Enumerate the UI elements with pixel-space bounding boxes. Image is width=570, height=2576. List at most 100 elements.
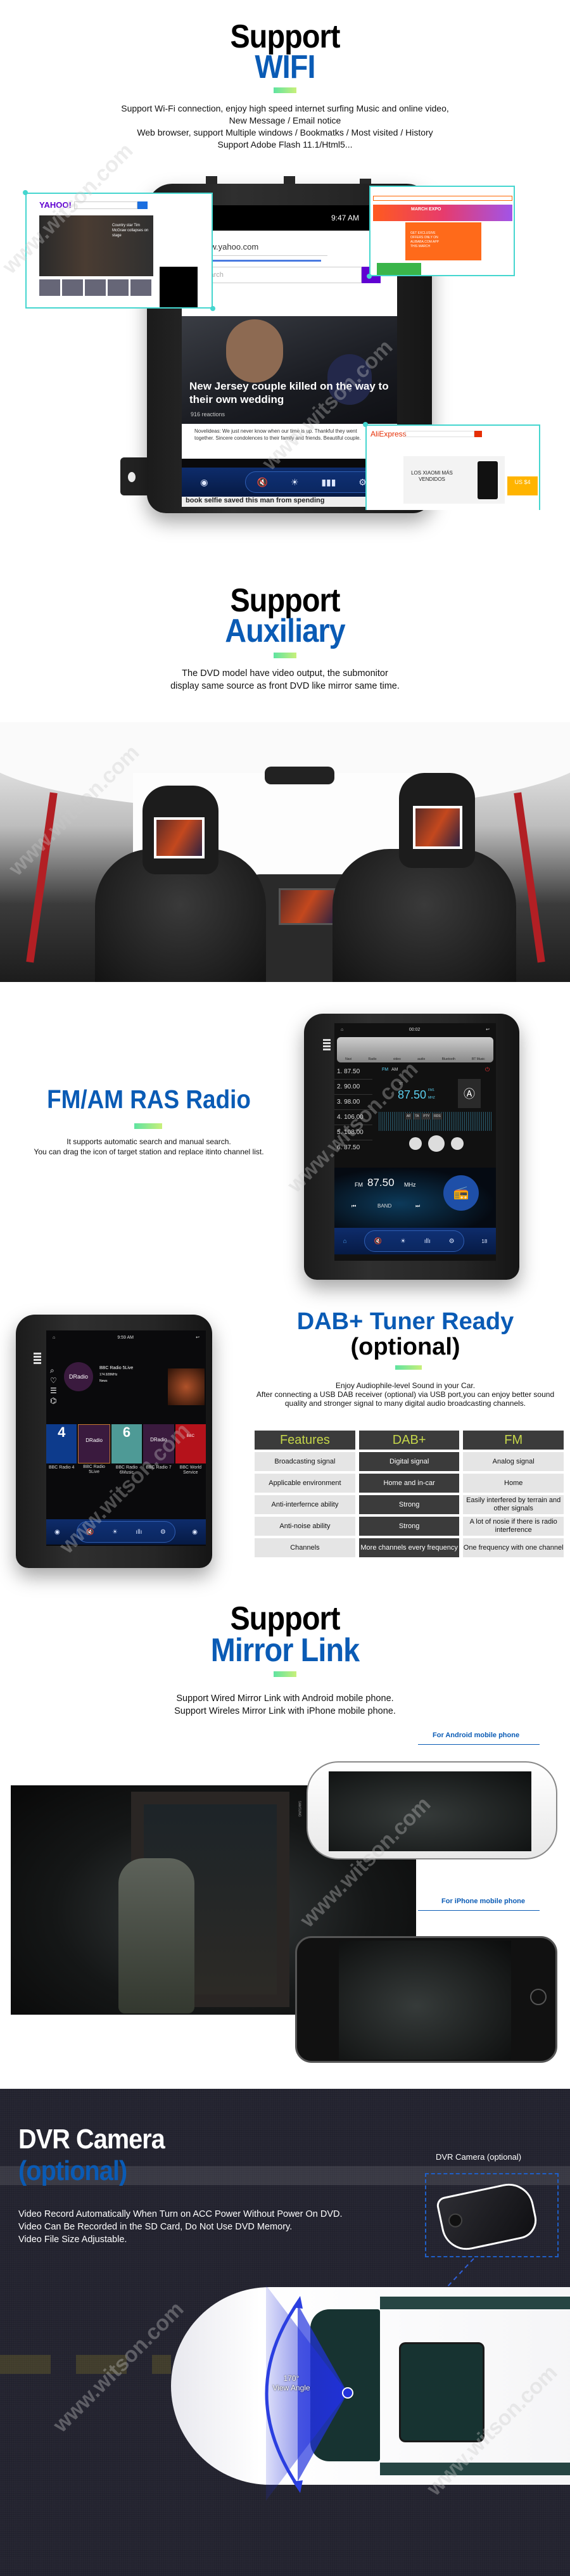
- app-audio[interactable]: audio: [417, 1057, 425, 1061]
- front-screen-video: [281, 890, 334, 923]
- preset-item[interactable]: 1. 87.50: [334, 1064, 372, 1080]
- left-headrest-monitor: [154, 817, 205, 858]
- back-icon[interactable]: ↩: [196, 1335, 200, 1340]
- desc-line: Support Adobe Flash 11.1/Html5...: [217, 139, 353, 150]
- volume-knob-icon[interactable]: ◉: [54, 1529, 60, 1536]
- next-button[interactable]: [451, 1137, 464, 1150]
- home-icon[interactable]: ⌂: [341, 1028, 343, 1032]
- quick-controls: 🔇 ☀ ıllı ⚙: [76, 1521, 176, 1543]
- equalizer-icon[interactable]: ıllı: [136, 1529, 142, 1536]
- rds-button[interactable]: RDS: [433, 1113, 442, 1119]
- signal-icon[interactable]: ⌬: [50, 1396, 57, 1406]
- preset-item[interactable]: 5. 108.00: [334, 1125, 372, 1140]
- search-input[interactable]: Search: [197, 267, 362, 283]
- brightness-icon[interactable]: ☀: [291, 477, 299, 488]
- station-genre: News: [99, 1379, 108, 1383]
- unit-label: MHZ: [428, 1096, 435, 1100]
- control-dock: ◉ 🔇 ☀ ▮▮▮ ⚙: [182, 468, 397, 497]
- settings-icon[interactable]: ⚙: [160, 1529, 166, 1536]
- overlay-anchor: [363, 422, 368, 427]
- pty-button[interactable]: PTY: [422, 1113, 431, 1119]
- table-cell: Home and in-car: [358, 1474, 460, 1493]
- yahoo-thumbnails: [39, 279, 153, 296]
- home-icon[interactable]: ⌂: [53, 1336, 55, 1340]
- settings-icon[interactable]: ⚙: [449, 1238, 455, 1245]
- mute-icon[interactable]: 🔇: [374, 1238, 381, 1245]
- favorite-icon[interactable]: ♡: [50, 1375, 57, 1386]
- table-cell: Easily interfered by terrain and other s…: [463, 1495, 564, 1514]
- app-bt-music[interactable]: BT Music: [472, 1057, 485, 1061]
- widget-prev-icon[interactable]: ⏮: [352, 1203, 356, 1209]
- search-icon[interactable]: ⌕: [50, 1365, 57, 1375]
- album-art: [168, 1368, 205, 1405]
- desc-line: quality and stronger signal to many digi…: [284, 1399, 526, 1408]
- band-am[interactable]: AM: [391, 1068, 398, 1072]
- brightness-icon[interactable]: ☀: [400, 1238, 406, 1245]
- back-icon[interactable]: ↩: [486, 1027, 490, 1032]
- status-bar: ⌂ 00:02 ↩: [334, 1023, 496, 1036]
- station-tile[interactable]: DRadio BBC Radio 7: [143, 1424, 174, 1470]
- widget-next-icon[interactable]: ⏭: [415, 1203, 420, 1209]
- brightness-icon[interactable]: ☀: [112, 1529, 118, 1536]
- radio-widget: FM 87.50 MHz ⏮ BAND ⏭ 📻: [334, 1168, 496, 1228]
- prev-button[interactable]: [409, 1137, 422, 1150]
- station-tile[interactable]: 6 BBC Radio 6Music: [111, 1424, 142, 1475]
- next-headline[interactable]: book selfie saved this man from spending: [182, 497, 397, 507]
- yahoo-hero-title: Country star Tim McGraw collapses on sta…: [112, 224, 149, 238]
- menu-icon[interactable]: [34, 1353, 41, 1364]
- camera-position-marker: [342, 2387, 353, 2399]
- alibaba-tile: [377, 263, 421, 275]
- station-tile[interactable]: 4 BBC Radio 4: [46, 1424, 77, 1470]
- door-pillar-red: [26, 792, 58, 963]
- af-button[interactable]: AF: [405, 1113, 412, 1119]
- quick-controls: 🔇 ☀ ıllı ⚙: [364, 1230, 465, 1252]
- equalizer-icon[interactable]: ▮▮▮: [321, 477, 336, 488]
- mute-icon[interactable]: 🔇: [257, 477, 268, 488]
- aliexpress-promo-text: LOS XIAOMI MÁS VENDIDOS: [411, 470, 453, 482]
- preset-item[interactable]: 4. 106.00: [334, 1110, 372, 1125]
- preset-item[interactable]: 3. 98.00: [334, 1095, 372, 1110]
- app-video[interactable]: video: [393, 1057, 401, 1061]
- preset-item[interactable]: 2. 90.00: [334, 1080, 372, 1095]
- android-phone: SAMSUNG: [298, 1761, 557, 1859]
- desc-line: After connecting a USB DAB receiver (opt…: [256, 1390, 555, 1399]
- app-navi[interactable]: Navi: [345, 1057, 352, 1061]
- station-tile[interactable]: DRadio BBC Radio 5Live: [78, 1424, 110, 1474]
- equalizer-icon[interactable]: ıllı: [424, 1238, 431, 1245]
- mute-icon[interactable]: 🔇: [86, 1529, 94, 1536]
- station-tile[interactable]: BBC BBC World Service: [175, 1424, 206, 1475]
- table-row: Channels More channels every frequency One…: [255, 1538, 564, 1557]
- status-time: 00:02: [408, 1027, 421, 1032]
- band-button[interactable]: BAND: [377, 1203, 391, 1209]
- iphone-label: For iPhone mobile phone: [441, 1897, 525, 1905]
- ta-button[interactable]: TA: [414, 1113, 421, 1119]
- power-icon[interactable]: ⏻: [485, 1066, 490, 1073]
- news-headline[interactable]: New Jersey couple killed on the way to t…: [189, 379, 392, 406]
- now-playing: BBC Radio 5Live 174.928MHz News: [99, 1365, 133, 1384]
- preset-item[interactable]: 6. 87.50: [334, 1140, 372, 1156]
- table-cell: More channels every frequency: [358, 1538, 460, 1557]
- radio-app-icon[interactable]: 📻: [443, 1175, 479, 1211]
- volume-knob-icon[interactable]: ◉: [192, 1529, 198, 1536]
- search-button[interactable]: [428, 1135, 445, 1152]
- list-icon[interactable]: ☰: [50, 1386, 57, 1396]
- overlay-anchor: [210, 306, 215, 311]
- desc-line: The DVD model have video output, the sub…: [182, 668, 388, 679]
- band-fm[interactable]: FM: [382, 1068, 388, 1072]
- desc-line: It supports automatic search and manual …: [66, 1137, 231, 1146]
- control-dock: ⌂ 🔇 ☀ ıllı ⚙ 18: [334, 1228, 496, 1254]
- desc-line: Support Wireles Mirror Link with iPhone …: [174, 1706, 396, 1716]
- volume-level[interactable]: 18: [481, 1239, 487, 1244]
- overlay-anchor: [367, 274, 372, 279]
- app-bluetooth[interactable]: Bluetooth: [442, 1057, 455, 1061]
- yahoo-ad: [160, 267, 198, 307]
- reactions-count[interactable]: 916 reactions: [191, 411, 225, 418]
- volume-knob-icon[interactable]: ◉: [200, 477, 208, 488]
- yahoo-search-field: [74, 201, 137, 209]
- yahoo-page-overlay: YAHOO! Country star Tim McGraw collapses…: [25, 193, 213, 309]
- app-radio[interactable]: Radio: [368, 1057, 376, 1061]
- widget-band: FM: [355, 1182, 363, 1188]
- home-icon[interactable]: ⌂: [343, 1238, 347, 1245]
- table-row: Anti-noise ability Strong A lot of nosie i…: [255, 1517, 564, 1536]
- menu-icon[interactable]: [323, 1039, 331, 1050]
